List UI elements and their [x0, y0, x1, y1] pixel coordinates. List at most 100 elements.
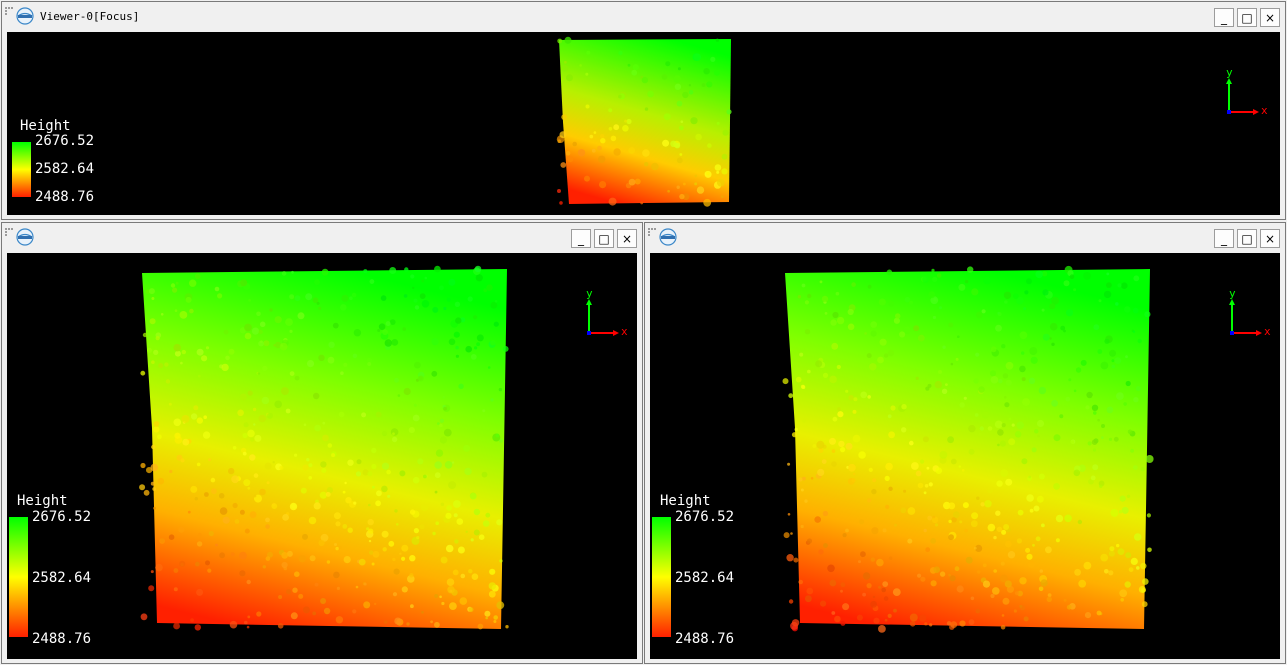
point-cloud-texture [281, 271, 287, 276]
point-cloud-texture [239, 570, 246, 577]
point-cloud-texture [834, 615, 841, 623]
point-cloud-texture [291, 270, 294, 274]
point-cloud-texture [351, 292, 357, 298]
restore-button[interactable]: □ [1237, 8, 1257, 27]
point-cloud-texture [174, 432, 181, 439]
point-cloud-texture [289, 371, 295, 376]
point-cloud-texture [289, 329, 293, 333]
point-cloud-texture [179, 311, 188, 319]
viewer-titlebar[interactable]: _ □ × [645, 223, 1285, 250]
point-cloud-texture [964, 528, 968, 533]
point-cloud-texture [280, 387, 289, 396]
viewer-titlebar[interactable]: Viewer-0[Focus] _ □ × [2, 2, 1285, 29]
point-cloud-texture [333, 571, 340, 579]
point-cloud-texture [1108, 437, 1113, 441]
point-cloud-texture [368, 503, 371, 507]
point-cloud-texture [239, 509, 245, 515]
point-cloud-texture [892, 588, 901, 596]
drag-grip-icon[interactable] [648, 228, 656, 236]
point-cloud[interactable] [7, 253, 637, 659]
point-cloud-texture [881, 587, 886, 593]
point-cloud-texture [608, 127, 613, 131]
point-cloud-texture [1121, 282, 1128, 289]
point-cloud-texture [831, 449, 836, 453]
close-button[interactable]: × [1260, 229, 1280, 248]
point-cloud-texture [822, 510, 829, 517]
point-cloud-texture [608, 108, 613, 113]
point-cloud-texture [249, 511, 257, 519]
point-cloud-texture [794, 427, 798, 432]
point-cloud-texture [473, 315, 478, 320]
point-cloud-texture [1026, 553, 1033, 560]
point-cloud-texture [406, 622, 410, 626]
point-cloud-texture [342, 524, 348, 529]
point-cloud-texture [374, 602, 377, 606]
point-cloud-texture [852, 409, 857, 414]
drag-grip-icon[interactable] [5, 7, 13, 15]
point-cloud-canvas[interactable]: Height 2676.52 2582.64 2488.76 y x [650, 253, 1280, 659]
point-cloud-texture [845, 528, 849, 533]
point-cloud-texture [381, 430, 388, 437]
point-cloud-canvas[interactable]: Height 2676.52 2582.64 2488.76 y x [7, 253, 637, 659]
point-cloud-canvas[interactable]: Height 2676.52 2582.64 2488.76 y x [7, 32, 1280, 215]
point-cloud-texture [955, 357, 959, 361]
point-cloud-texture [1069, 274, 1075, 279]
point-cloud-texture [1027, 560, 1035, 568]
viewer-titlebar[interactable]: _ □ × [2, 223, 642, 250]
point-cloud-texture [446, 297, 451, 302]
point-cloud-texture [318, 306, 322, 310]
drag-grip-icon[interactable] [5, 228, 13, 236]
point-cloud-texture [401, 556, 406, 561]
point-cloud-texture [182, 438, 190, 446]
point-cloud-texture [1130, 557, 1138, 565]
point-cloud-texture [449, 589, 453, 593]
point-cloud-texture [314, 424, 321, 432]
point-cloud-texture [975, 608, 981, 614]
point-cloud-texture [840, 582, 846, 588]
close-button[interactable]: × [617, 229, 637, 248]
point-cloud-texture [208, 530, 214, 537]
point-cloud-texture [968, 619, 975, 625]
minimize-button[interactable]: _ [1214, 229, 1234, 248]
point-cloud-texture [253, 494, 257, 498]
point-cloud-texture [992, 587, 1000, 595]
point-cloud-texture [393, 568, 400, 575]
point-cloud-texture [679, 193, 685, 200]
point-cloud-texture [334, 543, 337, 546]
point-cloud-texture [716, 121, 720, 125]
point-cloud-texture [294, 453, 298, 457]
minimize-button[interactable]: _ [571, 229, 591, 248]
point-cloud-texture [392, 432, 395, 436]
point-cloud-texture [873, 617, 880, 624]
restore-button[interactable]: □ [1237, 229, 1257, 248]
point-cloud-texture [367, 471, 373, 477]
point-cloud-texture [993, 569, 997, 573]
point-cloud-texture [449, 602, 457, 610]
point-cloud-texture [1066, 604, 1072, 610]
point-cloud-texture [837, 411, 844, 418]
point-cloud-texture [722, 129, 729, 136]
point-cloud-texture [1126, 494, 1131, 498]
point-cloud-texture [1120, 598, 1124, 602]
point-cloud-texture [964, 279, 969, 284]
point-cloud-texture [1074, 568, 1081, 576]
close-button[interactable]: × [1260, 8, 1280, 27]
point-cloud-texture [974, 413, 979, 417]
point-cloud-texture [420, 503, 429, 511]
point-cloud-texture [1065, 396, 1071, 402]
minimize-button[interactable]: _ [1214, 8, 1234, 27]
point-cloud[interactable] [7, 32, 1280, 215]
point-cloud-texture [279, 465, 284, 470]
point-cloud-texture [465, 530, 468, 533]
point-cloud-texture [384, 620, 388, 624]
point-cloud-texture [399, 552, 402, 555]
point-cloud-texture [417, 458, 424, 465]
point-cloud-texture [925, 547, 931, 553]
point-cloud-texture [907, 507, 916, 515]
restore-button[interactable]: □ [594, 229, 614, 248]
point-cloud[interactable] [650, 253, 1280, 659]
point-cloud-texture [627, 63, 631, 67]
point-cloud-texture [1083, 561, 1092, 570]
point-cloud-texture [190, 618, 195, 622]
point-cloud-texture [1087, 441, 1092, 446]
